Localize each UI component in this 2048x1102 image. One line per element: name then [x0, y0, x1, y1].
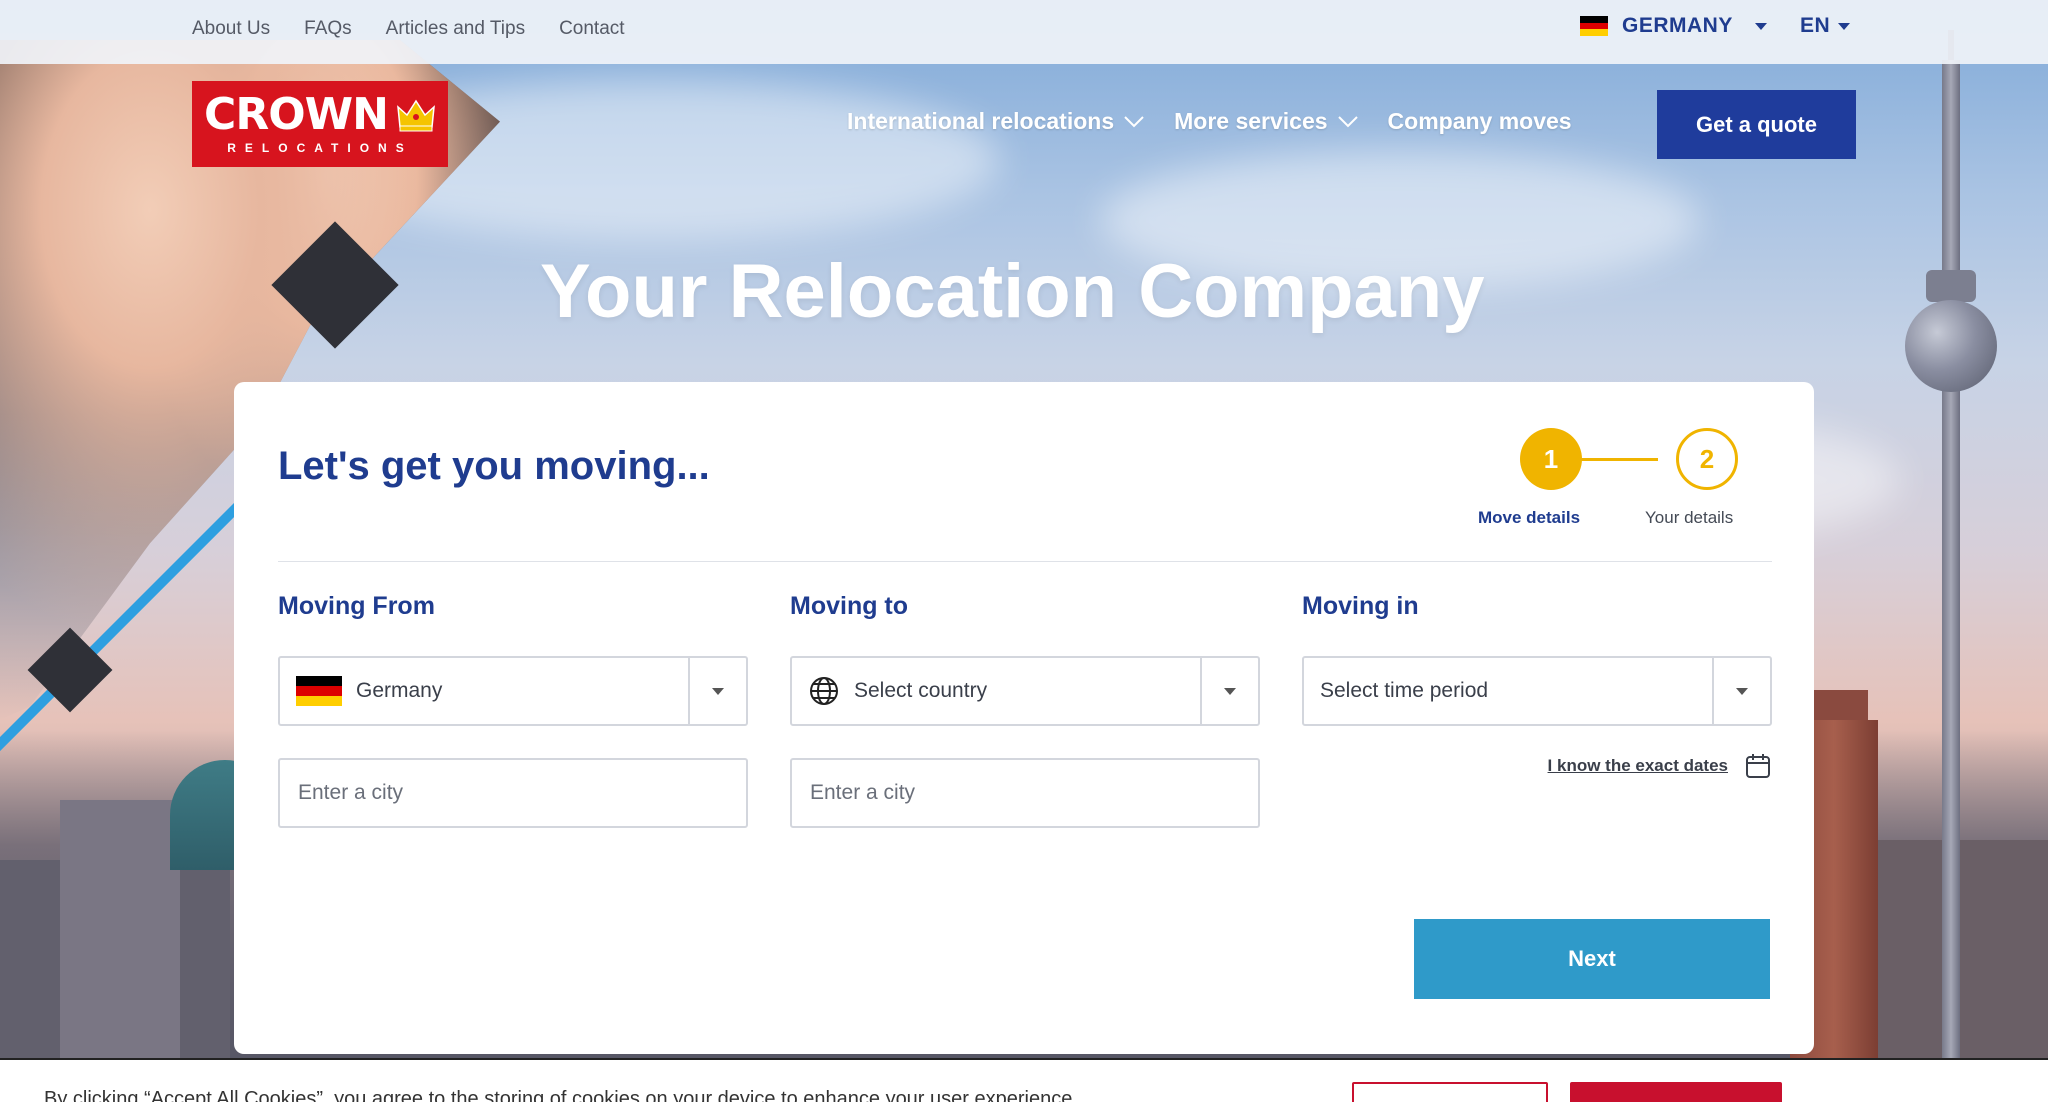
germany-flag-icon [296, 676, 342, 706]
chevron-down-icon [1337, 115, 1358, 127]
about-us-link[interactable]: About Us [192, 18, 270, 40]
articles-link[interactable]: Articles and Tips [386, 18, 525, 40]
moving-to-group: Moving to Select country [790, 592, 1260, 828]
faqs-link[interactable]: FAQs [304, 18, 352, 40]
cookie-banner: By clicking “Accept All Cookies”, you ag… [0, 1058, 2048, 1102]
nav-more-services[interactable]: More services [1174, 108, 1358, 135]
tv-tower-sphere [1905, 300, 1997, 392]
moving-from-group: Moving From Germany [278, 592, 748, 828]
next-button[interactable]: Next [1414, 919, 1770, 999]
moving-in-period-value: Select time period [1320, 679, 1489, 702]
moving-in-label: Moving in [1302, 592, 1419, 620]
logo-word: CROWN [204, 89, 389, 140]
building [60, 800, 180, 1060]
moving-from-country-select[interactable]: Germany [278, 656, 748, 726]
dropdown-toggle[interactable] [688, 658, 746, 724]
form-title: Let's get you moving... [278, 444, 710, 488]
move-form-card: Let's get you moving... 1 2 Move details… [234, 382, 1814, 1054]
tv-tower [1942, 60, 1960, 1060]
dropdown-toggle[interactable] [1712, 658, 1770, 724]
calendar-icon[interactable] [1744, 752, 1772, 780]
exact-dates-link[interactable]: I know the exact dates [1548, 756, 1728, 776]
language-selector[interactable]: EN [1800, 14, 1851, 38]
step-2-label: Your details [1645, 508, 1734, 527]
get-a-quote-button[interactable]: Get a quote [1657, 90, 1856, 159]
moving-from-label: Moving From [278, 592, 435, 620]
germany-flag-icon [1580, 16, 1608, 37]
nav-company-moves[interactable]: Company moves [1388, 108, 1572, 135]
moving-from-city-input[interactable] [278, 758, 748, 828]
step-1-indicator: 1 [1520, 428, 1582, 490]
divider [278, 561, 1772, 562]
step-progress: 1 2 Move details Your details [1478, 426, 1738, 536]
utility-links: About Us FAQs Articles and Tips Contact [192, 18, 625, 40]
nav-international-relocations[interactable]: International relocations [847, 108, 1144, 135]
moving-to-country-value: Select country [854, 679, 988, 702]
exact-dates-row: I know the exact dates [1302, 752, 1772, 780]
moving-to-label: Moving to [790, 592, 909, 620]
utility-bar: About Us FAQs Articles and Tips Contact … [0, 0, 2048, 64]
nav-label: Company moves [1387, 108, 1572, 134]
chevron-down-icon [1124, 115, 1144, 127]
main-nav: International relocations More services … [847, 108, 1572, 135]
moving-in-period-select[interactable]: Select time period [1302, 656, 1772, 726]
crown-relocations-logo[interactable]: CROWN RELOCATIONS [192, 81, 448, 167]
globe-icon [810, 677, 838, 705]
nav-label: More services [1174, 108, 1328, 134]
crown-icon [397, 99, 435, 132]
dropdown-toggle[interactable] [1200, 658, 1258, 724]
moving-to-country-select[interactable]: Select country [790, 656, 1260, 726]
step-1-label: Move details [1478, 508, 1581, 527]
tv-tower-ring [1926, 270, 1976, 302]
moving-to-city-input[interactable] [790, 758, 1260, 828]
nav-label: International relocations [847, 108, 1115, 134]
logo-subtitle: RELOCATIONS [227, 141, 413, 155]
caret-down-icon [1838, 22, 1851, 30]
region-selector[interactable]: GERMANY [1580, 14, 1767, 38]
region-label: GERMANY [1622, 14, 1733, 37]
step-2-indicator: 2 [1676, 428, 1738, 490]
contact-link[interactable]: Contact [559, 18, 624, 40]
caret-down-icon [712, 687, 724, 695]
moving-in-group: Moving in Select time period I know the … [1302, 592, 1772, 780]
caret-down-icon [1736, 687, 1748, 695]
hero-title: Your Relocation Company [540, 249, 1485, 334]
language-label: EN [1800, 14, 1831, 37]
moving-from-country-value: Germany [356, 679, 443, 702]
caret-down-icon [1224, 687, 1236, 695]
caret-down-icon [1754, 22, 1767, 30]
cookie-settings-button[interactable] [1352, 1082, 1548, 1102]
cookie-text: By clicking “Accept All Cookies”, you ag… [44, 1088, 1073, 1102]
accept-all-cookies-button[interactable] [1570, 1082, 1782, 1102]
